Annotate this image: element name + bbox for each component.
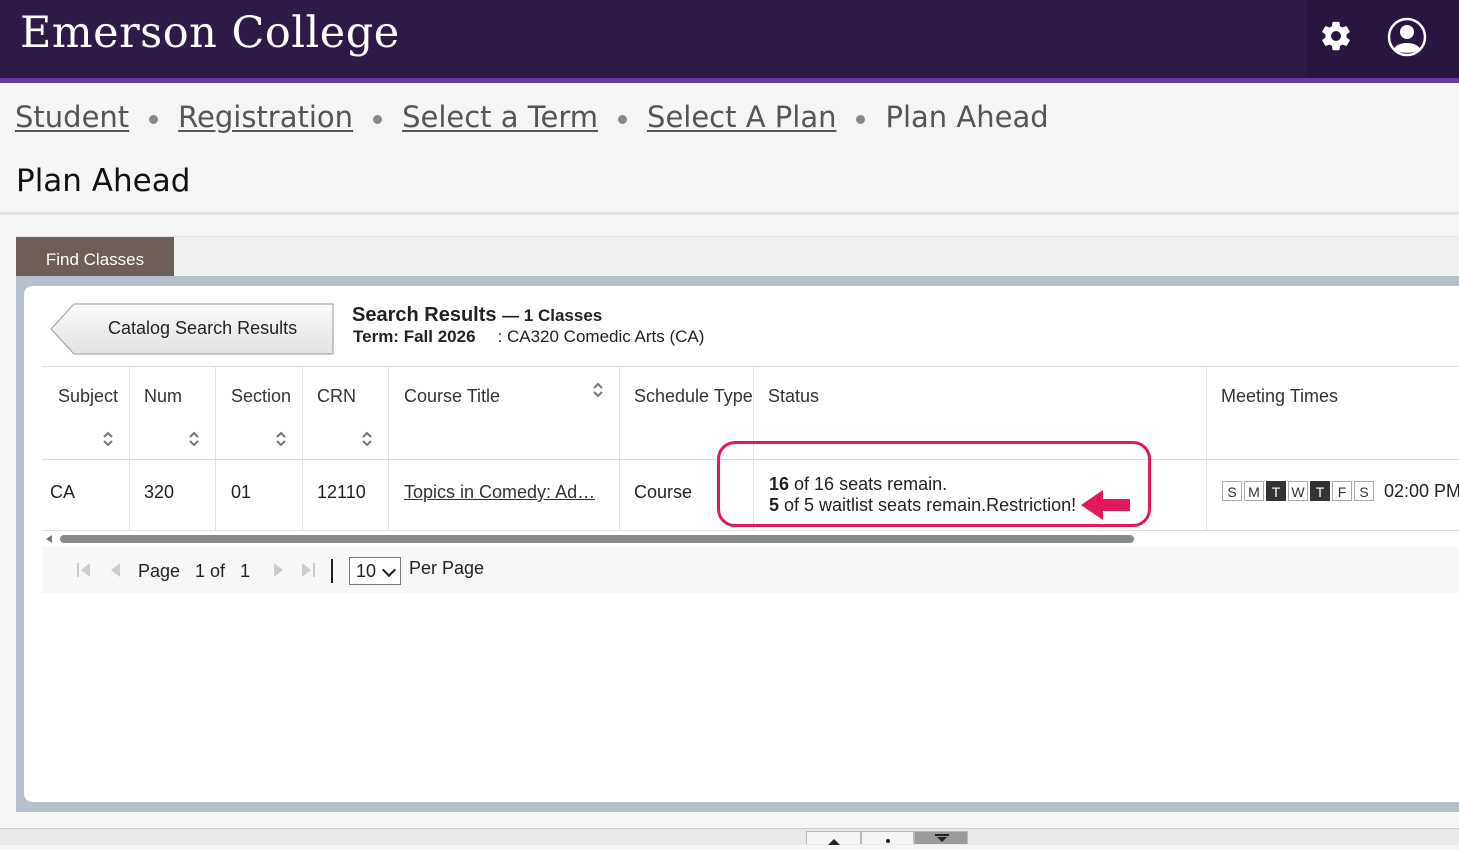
breadcrumb-student[interactable]: Student bbox=[15, 100, 129, 134]
chevron-down-icon bbox=[381, 562, 397, 578]
subject-value: CA bbox=[50, 482, 76, 502]
header-crn[interactable]: CRN bbox=[303, 367, 389, 459]
day-sunday: S bbox=[1222, 481, 1242, 501]
day-monday: M bbox=[1244, 481, 1264, 501]
breadcrumb-separator bbox=[618, 114, 628, 124]
breadcrumb-separator bbox=[373, 114, 383, 124]
breadcrumb: Student Registration Select a Term Select A… bbox=[15, 100, 1049, 134]
college-logo[interactable]: Emerson College bbox=[20, 8, 400, 58]
tab-strip bbox=[16, 236, 1459, 278]
meeting-days: S M T W T F S bbox=[1222, 481, 1376, 501]
down-arrow-icon bbox=[935, 834, 949, 842]
day-wednesday: W bbox=[1288, 481, 1308, 501]
cell-course-title: Topics in Comedy: Ad… bbox=[389, 458, 620, 530]
num-value: 320 bbox=[144, 482, 175, 502]
crn-value: 12110 bbox=[317, 482, 366, 502]
section-value: 01 bbox=[231, 482, 252, 502]
header-meeting-times[interactable]: Meeting Times bbox=[1207, 367, 1459, 459]
breadcrumb-current: Plan Ahead bbox=[885, 100, 1049, 134]
breadcrumb-select-plan[interactable]: Select A Plan bbox=[647, 100, 836, 134]
next-page-icon[interactable] bbox=[270, 561, 286, 579]
header-num[interactable]: Num bbox=[130, 367, 216, 459]
sort-icon[interactable] bbox=[188, 430, 200, 448]
header-label: Course Title bbox=[404, 386, 501, 406]
subject-filter: : CA320 Comedic Arts (CA) bbox=[497, 327, 705, 346]
previous-page-icon[interactable] bbox=[108, 561, 124, 579]
footer-tab-3[interactable] bbox=[914, 831, 968, 844]
header-icon-area bbox=[1307, 0, 1459, 78]
search-term-info: Term: Fall 2026 : CA320 Comedic Arts (CA) bbox=[353, 327, 704, 347]
sort-icon[interactable] bbox=[102, 430, 114, 448]
catalog-search-results-button[interactable]: Catalog Search Results bbox=[50, 303, 334, 355]
horizontal-scrollbar[interactable] bbox=[42, 533, 1459, 545]
first-page-icon[interactable] bbox=[76, 561, 92, 579]
left-arrow-icon bbox=[1081, 490, 1130, 520]
up-arrow-icon bbox=[828, 839, 840, 845]
back-button-label: Catalog Search Results bbox=[108, 318, 298, 338]
current-page[interactable]: 1 bbox=[195, 561, 205, 582]
breadcrumb-separator bbox=[856, 114, 866, 124]
pager-divider bbox=[331, 559, 333, 583]
per-page-label: Per Page bbox=[409, 558, 485, 578]
sort-icon[interactable] bbox=[592, 381, 604, 399]
user-icon[interactable] bbox=[1387, 17, 1427, 57]
page-title: Plan Ahead bbox=[16, 163, 191, 199]
header-course-title[interactable]: Course Title bbox=[389, 367, 620, 459]
day-saturday: S bbox=[1354, 481, 1374, 501]
header-label: CRN bbox=[317, 386, 356, 406]
breadcrumb-separator bbox=[149, 114, 159, 124]
last-page-icon[interactable] bbox=[300, 561, 316, 579]
footer-tab-1[interactable] bbox=[806, 831, 861, 845]
scrollbar-thumb[interactable] bbox=[60, 535, 1134, 543]
search-results-heading: Search Results bbox=[352, 304, 497, 326]
pagination-bar: Page 1 of 1 10 Per Page bbox=[42, 547, 1459, 593]
breadcrumb-registration[interactable]: Registration bbox=[178, 100, 353, 134]
cell-subject: CA bbox=[42, 458, 130, 530]
scroll-left-arrow-icon[interactable] bbox=[46, 535, 52, 543]
cell-num: 320 bbox=[130, 458, 216, 530]
sort-icon[interactable] bbox=[361, 430, 373, 448]
header-label: Num bbox=[144, 386, 183, 406]
header-label: Section bbox=[231, 386, 292, 406]
footer-bar bbox=[0, 828, 1459, 845]
total-pages: 1 bbox=[240, 561, 251, 581]
term-label: Term: Fall 2026 bbox=[353, 327, 476, 346]
header-section[interactable]: Section bbox=[216, 367, 303, 459]
header-subject[interactable]: Subject bbox=[42, 367, 130, 459]
page-label: Page bbox=[138, 561, 181, 581]
day-friday: F bbox=[1332, 481, 1352, 501]
info-icon bbox=[886, 839, 890, 843]
meeting-time: 02:00 PM bbox=[1384, 481, 1459, 501]
day-tuesday: T bbox=[1266, 481, 1286, 501]
search-results-title: Search Results — 1 Classes bbox=[352, 304, 602, 327]
header-label: Status bbox=[768, 386, 820, 406]
header-label: Schedule Type bbox=[634, 386, 753, 406]
per-page-value: 10 bbox=[356, 561, 377, 581]
header-label: Subject bbox=[58, 386, 119, 406]
divider bbox=[0, 212, 1459, 215]
breadcrumb-select-term[interactable]: Select a Term bbox=[402, 100, 598, 134]
schedule-type-value: Course bbox=[634, 482, 693, 502]
results-count: — 1 Classes bbox=[502, 306, 603, 325]
sort-icon[interactable] bbox=[275, 430, 287, 448]
header-label: Meeting Times bbox=[1221, 386, 1339, 406]
cell-crn: 12110 bbox=[303, 458, 389, 530]
page-of-label: of bbox=[210, 561, 226, 581]
cell-section: 01 bbox=[216, 458, 303, 530]
per-page-select[interactable]: 10 bbox=[349, 557, 401, 585]
footer-tab-2[interactable] bbox=[861, 831, 914, 844]
top-bar: Emerson College bbox=[0, 0, 1459, 83]
day-thursday: T bbox=[1310, 481, 1330, 501]
course-title-link[interactable]: Topics in Comedy: Ad… bbox=[404, 482, 595, 502]
tab-find-classes[interactable]: Find Classes bbox=[16, 237, 174, 277]
gear-icon[interactable] bbox=[1319, 19, 1353, 53]
